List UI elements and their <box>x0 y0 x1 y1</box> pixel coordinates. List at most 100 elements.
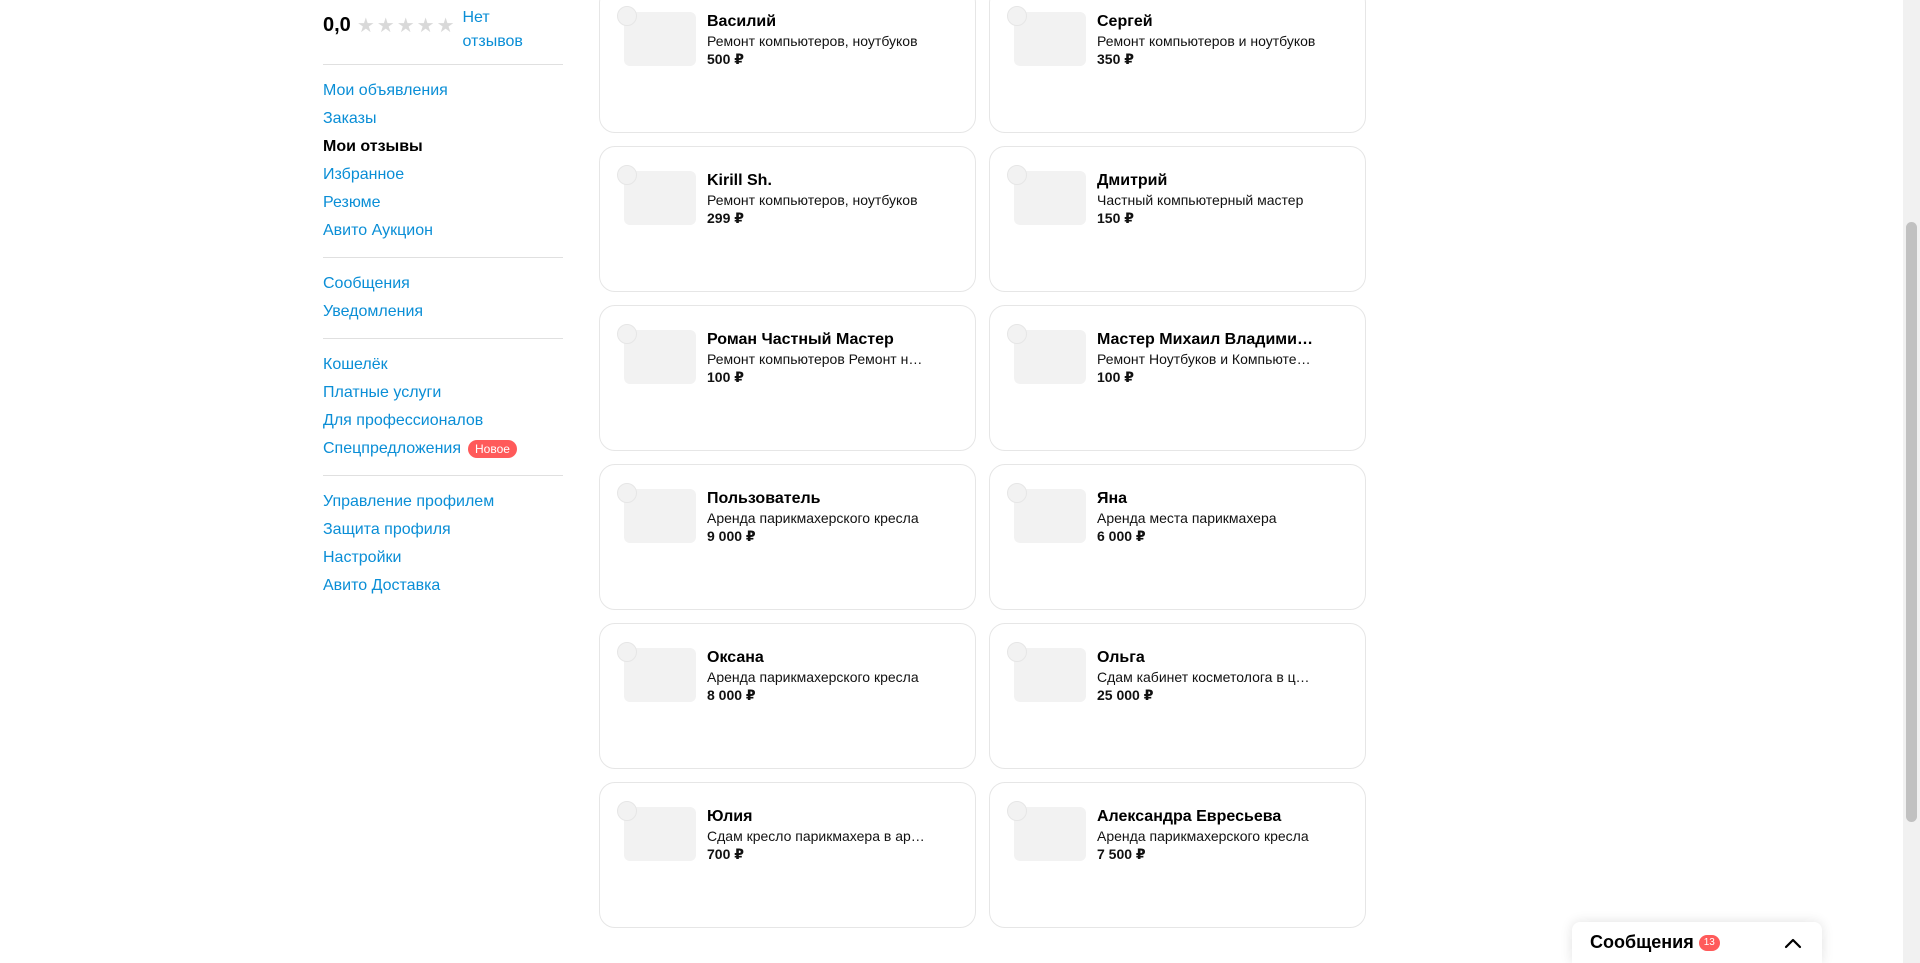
rating-stars: ★ ★ ★ ★ ★ <box>357 16 455 36</box>
listing-card[interactable]: Оксана Аренда парикмахерского кресла 8 0… <box>599 623 976 769</box>
messages-widget-title: Сообщения <box>1590 932 1694 952</box>
listing-card[interactable]: Роман Частный Мастер Ремонт компьютеров … <box>599 305 976 451</box>
avatar <box>1007 642 1027 662</box>
listing-price: 350 ₽ <box>1097 51 1134 67</box>
sidebar-item-special-offers[interactable]: Спецпредложения Новое <box>323 435 563 463</box>
seller-name: Сергей <box>1097 13 1153 30</box>
listing-price: 150 ₽ <box>1097 210 1134 226</box>
sidebar-item-for-pros[interactable]: Для профессионалов <box>323 407 563 435</box>
listing-info: Оксана Аренда парикмахерского кресла 8 0… <box>707 648 927 704</box>
listing-price: 100 ₽ <box>707 369 744 385</box>
avatar <box>617 324 637 344</box>
avatar <box>617 642 637 662</box>
listing-price: 7 500 ₽ <box>1097 846 1146 862</box>
menu-group-finance: Кошелёк Платные услуги Для профессионало… <box>323 339 563 475</box>
avatar <box>1007 324 1027 344</box>
listing-info: Роман Частный Мастер Ремонт компьютеров … <box>707 330 927 386</box>
listing-card[interactable]: Сергей Ремонт компьютеров и ноутбуков 35… <box>989 0 1366 133</box>
listing-card[interactable]: Дмитрий Частный компьютерный мастер 150 … <box>989 146 1366 292</box>
sidebar-item-paid-services[interactable]: Платные услуги <box>323 379 563 407</box>
page: 0,0 ★ ★ ★ ★ ★ Нет отзывов Мои объявления… <box>0 0 1920 963</box>
listing-info: Ольга Сдам кабинет косметолога в центре … <box>1097 648 1317 704</box>
listing-title: Сдам кресло парикмахера в аренду <box>707 828 927 844</box>
listing-info: Пользователь Аренда парикмахерского крес… <box>707 489 927 545</box>
listing-info: Kirill Sh. Ремонт компьютеров, ноутбуков… <box>707 171 927 227</box>
listing-card[interactable]: Василий Ремонт компьютеров, ноутбуков 50… <box>599 0 976 133</box>
listing-card[interactable]: Kirill Sh. Ремонт компьютеров, ноутбуков… <box>599 146 976 292</box>
chevron-up-icon[interactable] <box>1782 932 1804 954</box>
star-icon: ★ <box>396 15 415 37</box>
listing-title: Аренда парикмахерского кресла <box>707 669 919 685</box>
listing-title: Аренда места парикмахера <box>1097 510 1277 526</box>
listing-info: Сергей Ремонт компьютеров и ноутбуков 35… <box>1097 12 1317 68</box>
messages-widget[interactable]: Сообщения 13 <box>1572 922 1822 963</box>
seller-name: Роман Частный Мастер <box>707 331 894 348</box>
avatar <box>1007 801 1027 821</box>
sidebar-item-profile-protection[interactable]: Защита профиля <box>323 516 563 544</box>
listing-price: 9 000 ₽ <box>707 528 756 544</box>
seller-name: Kirill Sh. <box>707 172 772 189</box>
listing-price: 700 ₽ <box>707 846 744 862</box>
avatar <box>617 6 637 26</box>
star-icon: ★ <box>356 15 375 37</box>
sidebar-item-settings[interactable]: Настройки <box>323 544 563 572</box>
avatar <box>1007 6 1027 26</box>
listing-title: Ремонт Ноутбуков и Компьютеров <box>1097 351 1317 367</box>
new-badge: Новое <box>468 440 517 458</box>
profile-sidebar: 0,0 ★ ★ ★ ★ ★ Нет отзывов Мои объявления… <box>323 0 563 612</box>
sidebar-item-orders[interactable]: Заказы <box>323 105 563 133</box>
listing-card[interactable]: Ольга Сдам кабинет косметолога в центре … <box>989 623 1366 769</box>
listing-price: 8 000 ₽ <box>707 687 756 703</box>
menu-group-communication: Сообщения Уведомления <box>323 258 563 338</box>
scrollbar[interactable] <box>1903 0 1920 963</box>
listing-title: Сдам кабинет косметолога в центре <box>1097 669 1317 685</box>
sidebar-item-delivery[interactable]: Авито Доставка <box>323 572 563 600</box>
avatar <box>617 801 637 821</box>
listing-card[interactable]: Юлия Сдам кресло парикмахера в аренду 70… <box>599 782 976 928</box>
listing-title: Ремонт компьютеров, ноутбуков <box>707 33 918 49</box>
listing-info: Дмитрий Частный компьютерный мастер 150 … <box>1097 171 1317 227</box>
seller-name: Оксана <box>707 649 764 666</box>
sidebar-item-wallet[interactable]: Кошелёк <box>323 351 563 379</box>
listing-price: 500 ₽ <box>707 51 744 67</box>
seller-name: Мастер Михаил Владимирович <box>1097 331 1317 348</box>
listing-card[interactable]: Пользователь Аренда парикмахерского крес… <box>599 464 976 610</box>
sidebar-item-favorites[interactable]: Избранное <box>323 161 563 189</box>
sidebar-item-profile-management[interactable]: Управление профилем <box>323 488 563 516</box>
star-icon: ★ <box>436 15 455 37</box>
seller-name: Дмитрий <box>1097 172 1168 189</box>
seller-name: Александра Евресьева <box>1097 808 1282 825</box>
listing-price: 25 000 ₽ <box>1097 687 1154 703</box>
listing-info: Яна Аренда места парикмахера 6 000 ₽ <box>1097 489 1317 545</box>
listing-price: 6 000 ₽ <box>1097 528 1146 544</box>
star-icon: ★ <box>376 15 395 37</box>
listing-price: 299 ₽ <box>707 210 744 226</box>
avatar <box>617 165 637 185</box>
star-icon: ★ <box>416 15 435 37</box>
sidebar-item-label: Спецпредложения <box>323 440 461 457</box>
sidebar-item-resume[interactable]: Резюме <box>323 189 563 217</box>
scrollbar-thumb[interactable] <box>1906 222 1917 822</box>
listing-title: Аренда парикмахерского кресла <box>1097 828 1309 844</box>
sidebar-item-notifications[interactable]: Уведомления <box>323 298 563 326</box>
sidebar-item-auction[interactable]: Авито Аукцион <box>323 217 563 245</box>
unread-count-badge: 13 <box>1698 934 1720 951</box>
listing-info: Мастер Михаил Владимирович Ремонт Ноутбу… <box>1097 330 1317 386</box>
rating-summary: 0,0 ★ ★ ★ ★ ★ Нет отзывов <box>323 0 563 64</box>
seller-name: Яна <box>1097 490 1128 507</box>
sidebar-item-my-reviews[interactable]: Мои отзывы <box>323 133 563 161</box>
avatar <box>617 483 637 503</box>
listing-title: Ремонт компьютеров, ноутбуков <box>707 192 918 208</box>
listing-grid: Василий Ремонт компьютеров, ноутбуков 50… <box>599 0 1366 928</box>
seller-name: Юлия <box>707 808 753 825</box>
listing-card[interactable]: Яна Аренда места парикмахера 6 000 ₽ <box>989 464 1366 610</box>
sidebar-item-my-ads[interactable]: Мои объявления <box>323 77 563 105</box>
listing-price: 100 ₽ <box>1097 369 1134 385</box>
seller-name: Пользователь <box>707 490 821 507</box>
listing-card[interactable]: Александра Евресьева Аренда парикмахерск… <box>989 782 1366 928</box>
listing-title: Ремонт компьютеров и ноутбуков <box>1097 33 1316 49</box>
sidebar-item-messages[interactable]: Сообщения <box>323 270 563 298</box>
no-reviews-link[interactable]: Нет отзывов <box>463 6 543 54</box>
listing-title: Ремонт компьютеров Ремонт ноутбуков <box>707 351 927 367</box>
listing-card[interactable]: Мастер Михаил Владимирович Ремонт Ноутбу… <box>989 305 1366 451</box>
